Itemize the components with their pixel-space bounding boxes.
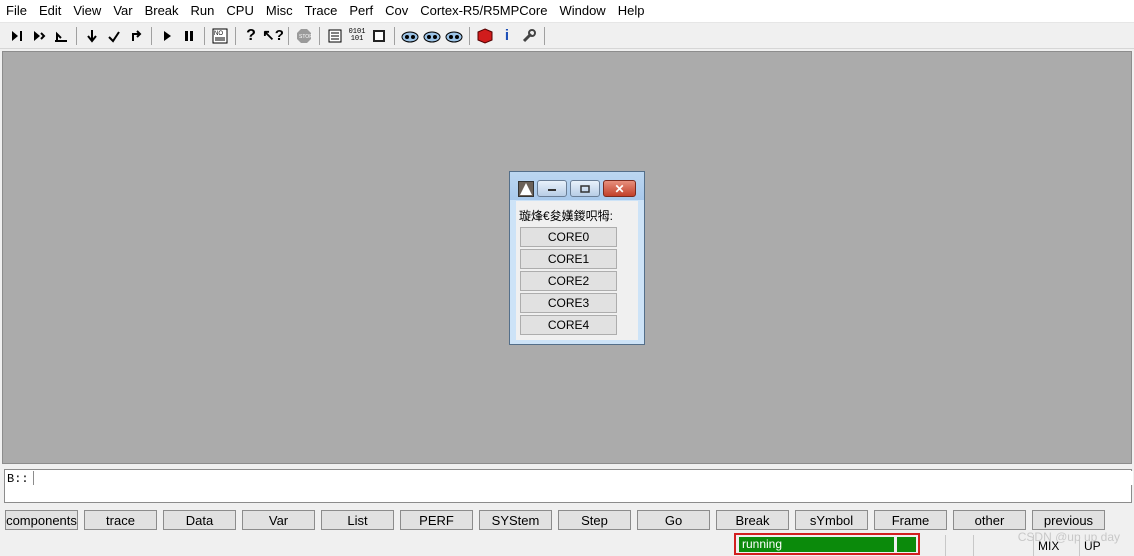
svg-text:STOP: STOP [299, 34, 312, 40]
softkey-symbol[interactable]: sYmbol [795, 510, 868, 530]
command-input[interactable] [33, 471, 1133, 485]
menu-help[interactable]: Help [612, 0, 651, 22]
help-icon[interactable]: ? [240, 25, 262, 47]
softkey-data[interactable]: Data [163, 510, 236, 530]
toolbar-separator [319, 26, 320, 45]
memory-dump-icon[interactable]: 0101 101 [346, 25, 368, 47]
run-state-bar [897, 537, 916, 552]
go-icon[interactable] [156, 25, 178, 47]
run-state-indicator: running [734, 533, 920, 555]
toolbar-separator [288, 26, 289, 45]
menu-misc[interactable]: Misc [260, 0, 299, 22]
step-into-icon[interactable] [6, 25, 28, 47]
menu-edit[interactable]: Edit [33, 0, 67, 22]
core-select-dialog: ✕ 璇烽€夋嫨鍐呮牳: CORE0 CORE1 CORE2 CORE3 CORE… [509, 171, 645, 345]
softkey-step[interactable]: Step [558, 510, 631, 530]
dialog-titlebar[interactable]: ✕ [510, 172, 644, 200]
dialog-prompt: 璇烽€夋嫨鍐呮牳: [519, 209, 614, 223]
menu-window[interactable]: Window [553, 0, 611, 22]
softkey-trace[interactable]: trace [84, 510, 157, 530]
menu-bar: File Edit View Var Break Run CPU Misc Tr… [0, 0, 1134, 23]
menu-run[interactable]: Run [185, 0, 221, 22]
softkey-go[interactable]: Go [637, 510, 710, 530]
softkey-previous[interactable]: previous [1032, 510, 1105, 530]
menu-cpu[interactable]: CPU [220, 0, 259, 22]
menu-break[interactable]: Break [139, 0, 185, 22]
core0-button[interactable]: CORE0 [520, 227, 617, 247]
menu-perf[interactable]: Perf [343, 0, 379, 22]
view-2-icon[interactable] [421, 25, 443, 47]
minimize-button[interactable] [537, 180, 567, 197]
toolbar-separator [235, 26, 236, 45]
close-button[interactable]: ✕ [603, 180, 636, 197]
core1-button[interactable]: CORE1 [520, 249, 617, 269]
register-icon[interactable] [368, 25, 390, 47]
context-help-icon[interactable]: ↖? [262, 25, 284, 47]
tools-icon[interactable] [518, 25, 540, 47]
cube-icon[interactable] [474, 25, 496, 47]
softkey-bar: components trace Data Var List PERF SYSt… [0, 510, 1134, 532]
svg-text:NO: NO [214, 31, 223, 37]
softkey-system[interactable]: SYStem [479, 510, 552, 530]
run-state-text: running [739, 537, 894, 552]
command-line: B:: [4, 469, 1133, 503]
softkey-components[interactable]: components [5, 510, 78, 530]
menu-cortex[interactable]: Cortex-R5/R5MPCore [414, 0, 553, 22]
step-down-icon[interactable] [81, 25, 103, 47]
toolbar-separator [76, 26, 77, 45]
softkey-break[interactable]: Break [716, 510, 789, 530]
maximize-button[interactable] [570, 180, 600, 197]
status-cell-empty-1 [945, 535, 973, 556]
toolbar-separator [151, 26, 152, 45]
view-1-icon[interactable] [399, 25, 421, 47]
stop-icon[interactable]: STOP [293, 25, 315, 47]
app-icon [518, 181, 534, 197]
break-icon[interactable] [178, 25, 200, 47]
toolbar-separator [544, 26, 545, 45]
menu-file[interactable]: File [0, 0, 33, 22]
toolbar-separator [204, 26, 205, 45]
softkey-perf[interactable]: PERF [400, 510, 473, 530]
back-step-icon[interactable] [125, 25, 147, 47]
softkey-frame[interactable]: Frame [874, 510, 947, 530]
dialog-body: 璇烽€夋嫨鍐呮牳: CORE0 CORE1 CORE2 CORE3 CORE4 [516, 201, 638, 340]
view-3-icon[interactable] [443, 25, 465, 47]
dump-row-bottom: 101 [350, 34, 364, 43]
menu-cov[interactable]: Cov [379, 0, 414, 22]
step-over-icon[interactable] [28, 25, 50, 47]
core3-button[interactable]: CORE3 [520, 293, 617, 313]
check-step-icon[interactable] [103, 25, 125, 47]
toolbar-separator [469, 26, 470, 45]
menu-view[interactable]: View [67, 0, 107, 22]
toolbar: NO ? ↖? STOP 0101 101 i [0, 23, 1134, 49]
menu-trace[interactable]: Trace [299, 0, 344, 22]
info-icon[interactable]: i [496, 25, 518, 47]
nocpu-icon[interactable]: NO [209, 25, 231, 47]
return-icon[interactable] [50, 25, 72, 47]
toolbar-separator [394, 26, 395, 45]
menu-var[interactable]: Var [107, 0, 138, 22]
core2-button[interactable]: CORE2 [520, 271, 617, 291]
status-bar: running MIX UP [0, 533, 1134, 556]
core4-button[interactable]: CORE4 [520, 315, 617, 335]
softkey-var[interactable]: Var [242, 510, 315, 530]
softkey-list[interactable]: List [321, 510, 394, 530]
list-icon[interactable] [324, 25, 346, 47]
watermark: CSDN @up up day [1017, 530, 1120, 544]
softkey-other[interactable]: other [953, 510, 1026, 530]
command-prefix: B:: [7, 472, 29, 486]
close-icon: ✕ [614, 181, 625, 196]
